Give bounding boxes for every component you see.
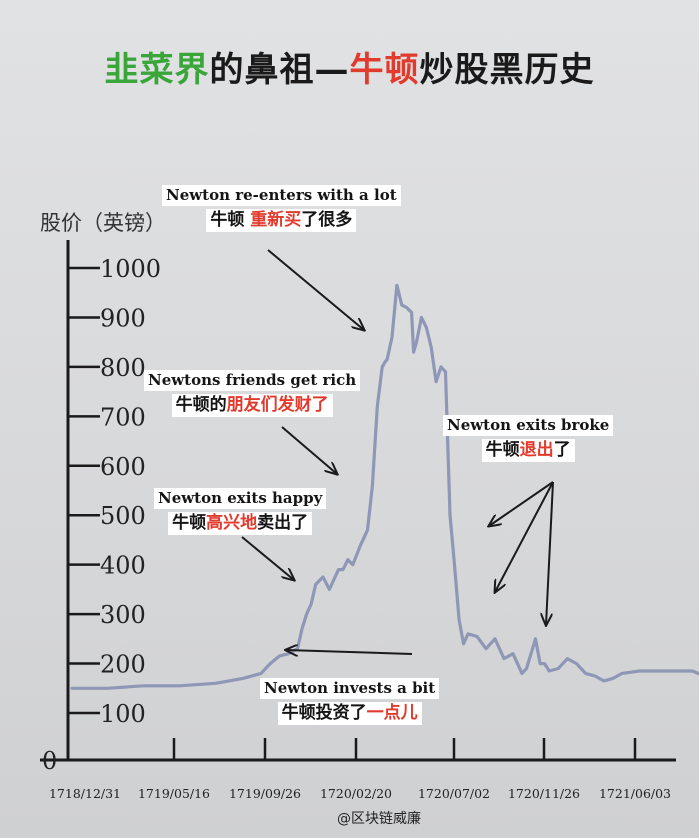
price-line xyxy=(70,283,699,690)
annotation-reenters-en: Newton re-enters with a lot xyxy=(162,185,401,206)
zh-text: 了很多 xyxy=(301,209,353,230)
zh-text: 卖出了 xyxy=(257,512,309,533)
zh-text: 牛顿的 xyxy=(175,394,227,415)
zh-highlight: 退出 xyxy=(519,439,554,460)
zh-highlight: 一点儿 xyxy=(366,702,418,723)
zh-text: 牛顿 xyxy=(210,209,251,230)
annotation-invests: Newton invests a bit 牛顿投资了一点儿 xyxy=(260,678,440,725)
arrow-broke-1 xyxy=(489,481,554,526)
annotation-reenters-zh: 牛顿 重新买了很多 xyxy=(206,208,357,232)
x-tick-label: 1721/06/03 xyxy=(599,786,671,801)
x-tick-label: 1718/12/31 xyxy=(49,786,121,801)
annotation-friends: Newtons friends get rich 牛顿的朋友们发财了 xyxy=(144,370,361,417)
y-tick-label: 0 xyxy=(42,747,57,775)
y-tick-label: 200 xyxy=(100,651,146,679)
x-tick-label: 1720/07/02 xyxy=(418,786,490,801)
arrow-broke-2 xyxy=(495,481,554,592)
annotation-exits-broke-en: Newton exits broke xyxy=(443,415,614,436)
arrow-broke-3 xyxy=(546,481,554,625)
y-tick-label: 800 xyxy=(100,354,146,382)
zh-highlight: 高兴地 xyxy=(206,512,258,533)
annotation-exits-happy: Newton exits happy 牛顿高兴地卖出了 xyxy=(154,488,327,535)
annotation-invests-en: Newton invests a bit xyxy=(260,678,440,699)
zh-text: 牛顿 xyxy=(172,512,207,533)
zh-text: 了 xyxy=(553,439,571,460)
annotation-friends-zh: 牛顿的朋友们发财了 xyxy=(171,393,333,417)
y-tick-label: 700 xyxy=(100,403,146,431)
annotation-exits-happy-zh: 牛顿高兴地卖出了 xyxy=(168,511,313,535)
x-tick-label: 1720/02/20 xyxy=(320,786,392,801)
arrow-reenters xyxy=(267,249,364,330)
y-tick-label: 600 xyxy=(100,453,146,481)
annotation-invests-zh: 牛顿投资了一点儿 xyxy=(277,701,422,725)
annotation-friends-en: Newtons friends get rich xyxy=(144,370,361,391)
annotation-exits-broke: Newton exits broke 牛顿退出了 xyxy=(443,415,614,462)
y-tick-label: 300 xyxy=(100,601,146,629)
y-tick-label: 500 xyxy=(100,502,146,530)
y-axis-label: 股价（英镑） xyxy=(40,211,166,235)
chart-series xyxy=(70,283,699,690)
annotation-reenters: Newton re-enters with a lot 牛顿 重新买了很多 xyxy=(162,185,401,232)
zh-text: 牛顿 xyxy=(485,439,520,460)
annotation-exits-happy-en: Newton exits happy xyxy=(154,488,327,509)
x-tick-label: 1719/09/26 xyxy=(229,786,301,801)
zh-highlight: 朋友们发财了 xyxy=(226,394,329,415)
y-tick-label: 100 xyxy=(100,700,146,728)
arrow-exits-happy xyxy=(241,536,294,580)
x-tick-label: 1719/05/16 xyxy=(138,786,210,801)
watermark: @区块链威廉 xyxy=(337,811,421,827)
arrow-friends xyxy=(281,426,337,474)
y-tick-label: 1000 xyxy=(100,255,161,283)
annotation-exits-broke-zh: 牛顿退出了 xyxy=(481,438,575,462)
zh-highlight: 重新买 xyxy=(250,209,302,230)
chart-page: 韭菜界的鼻祖—牛顿炒股黑历史 股价（英镑） 0 100 200 300 400 500 60… xyxy=(0,0,699,838)
arrow-invests xyxy=(286,650,413,654)
x-tick-label: 1720/11/26 xyxy=(508,786,580,801)
y-tick-label: 900 xyxy=(100,304,146,332)
zh-text: 牛顿投资了 xyxy=(281,702,367,723)
y-tick-label: 400 xyxy=(100,552,146,580)
